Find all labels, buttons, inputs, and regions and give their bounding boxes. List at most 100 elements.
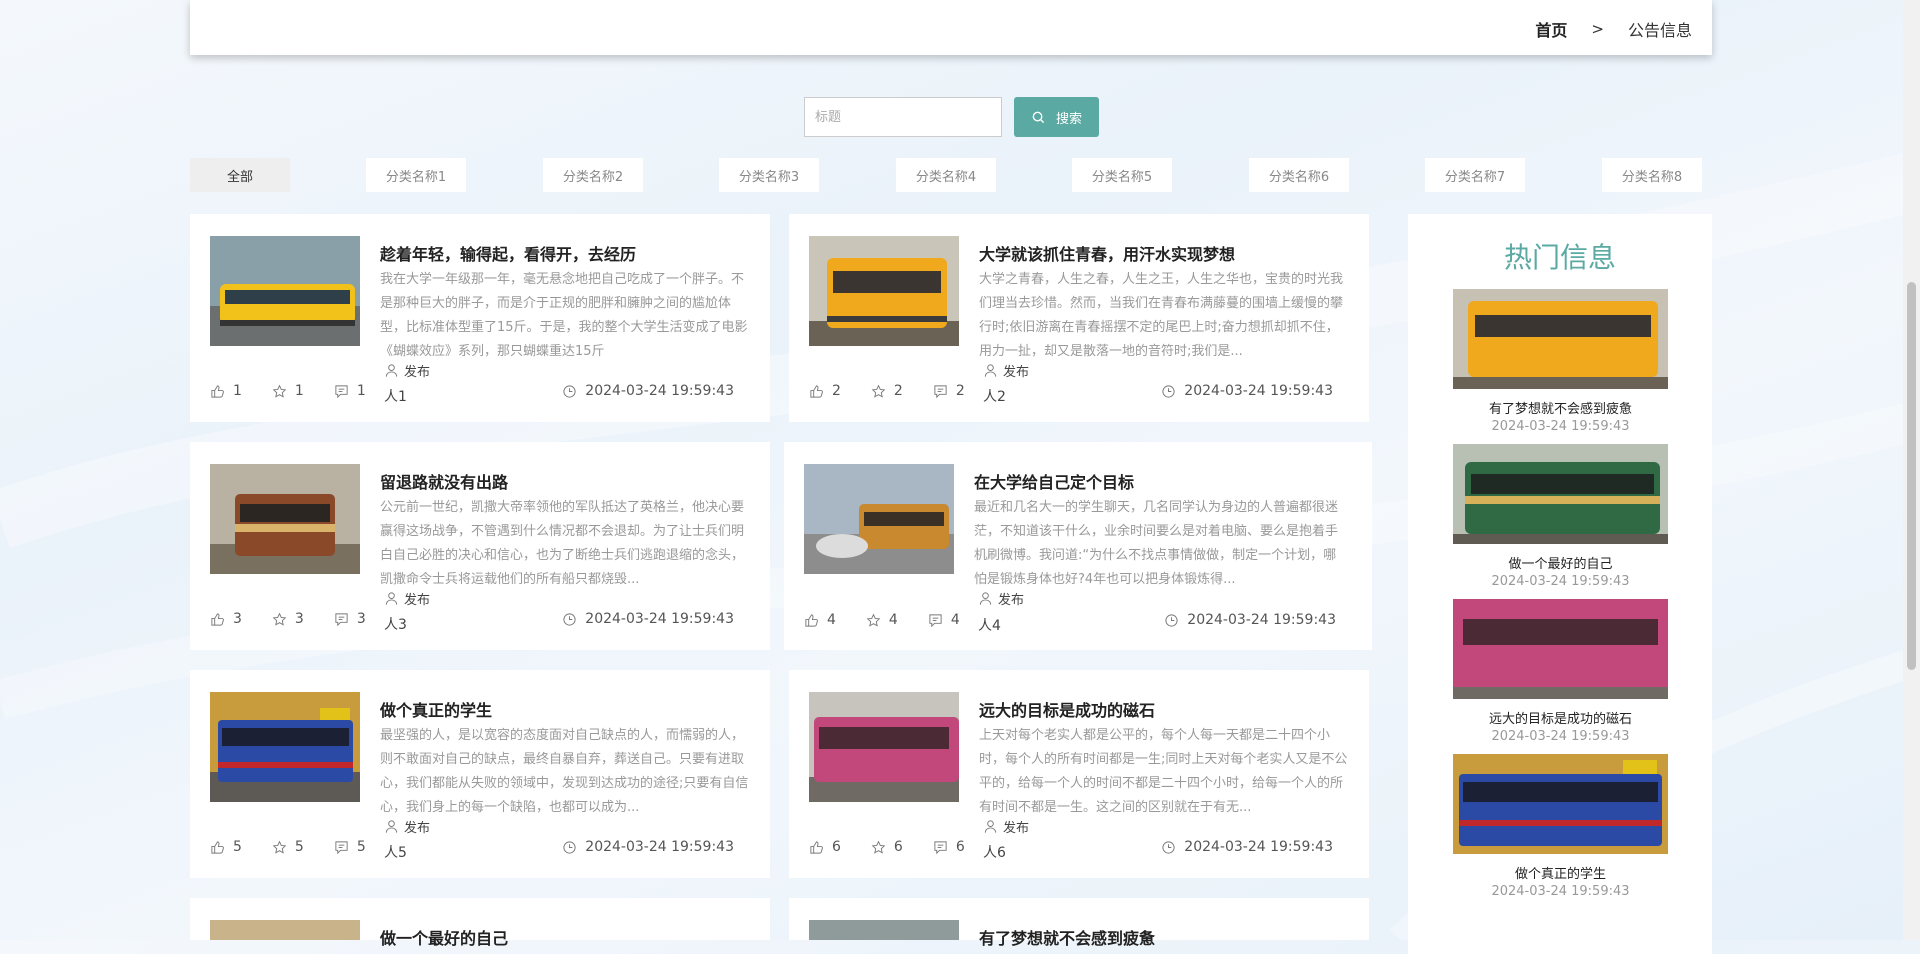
hot-item-title: 有了梦想就不会感到疲惫 [1488,402,1632,417]
post-thumbnail [804,464,954,574]
hot-item[interactable]: 做一个最好的自己 2024-03-24 19:59:43 [1453,444,1668,589]
like-stat[interactable]: 3 [210,611,242,627]
comment-stat[interactable]: 2 [933,383,965,399]
search-icon [1032,111,1045,123]
star-icon [866,613,881,627]
post-card[interactable]: 留退路就没有出路 公元前一世纪，凯撒大帝率领他的军队抵达了英格兰，他决心要赢得这… [190,442,770,650]
favorite-stat[interactable]: 1 [272,383,304,399]
category-2[interactable]: 分类名称2 [543,158,643,192]
post-title[interactable]: 做一个最好的自己 [380,925,508,949]
comment-icon [934,384,947,398]
post-time: 2024-03-24 19:59:43 [562,839,734,855]
post-time: 2024-03-24 19:59:43 [562,383,734,399]
favorite-stat[interactable]: 4 [866,612,898,628]
user-icon [979,592,992,605]
category-3[interactable]: 分类名称3 [719,158,819,192]
user-icon [385,364,398,377]
clock-icon [563,612,576,626]
hot-item[interactable]: 远大的目标是成功的磁石 2024-03-24 19:59:43 [1453,599,1668,744]
search-button[interactable]: 搜索 [1014,97,1099,137]
post-card[interactable]: 大学就该抓住青春，用汗水实现梦想 大学之青春，人生之春，人生之王，人生之华也，宝… [789,214,1369,422]
category-1[interactable]: 分类名称1 [366,158,466,192]
thumbs-up-icon [810,840,823,854]
post-title[interactable]: 做个真正的学生 [380,697,492,721]
hot-item-time: 2024-03-24 19:59:43 [1491,574,1630,589]
star-icon [871,384,886,398]
like-stat[interactable]: 6 [809,839,841,855]
post-thumbnail [809,920,959,940]
comment-stat[interactable]: 1 [334,383,366,399]
comment-stat[interactable]: 4 [928,612,960,628]
hot-item[interactable]: 有了梦想就不会感到疲惫 2024-03-24 19:59:43 [1453,289,1668,434]
comment-icon [335,612,348,626]
favorite-stat[interactable]: 5 [272,839,304,855]
post-title[interactable]: 有了梦想就不会感到疲惫 [979,925,1155,949]
post-description: 上天对每个老实人都是公平的，每个人每一天都是二十四个小时，每个人的所有时间都是一… [979,728,1348,815]
category-4[interactable]: 分类名称4 [896,158,996,192]
like-stat[interactable]: 1 [210,383,242,399]
like-stat[interactable]: 4 [804,612,836,628]
post-title[interactable]: 大学就该抓住青春，用汗水实现梦想 [979,241,1235,265]
comment-stat[interactable]: 5 [334,839,366,855]
post-title[interactable]: 在大学给自己定个目标 [974,469,1134,493]
post-stats: 1 1 1 [210,383,396,399]
post-card[interactable]: 趁着年轻，输得起，看得开，去经历 我在大学一年级那一年，毫无悬念地把自己吃成了一… [190,214,770,422]
post-thumbnail [809,236,959,346]
like-stat[interactable]: 2 [809,383,841,399]
post-description: 公元前一世纪，凯撒大帝率领他的军队抵达了英格兰，他决心要赢得这场战争，不管遇到什… [380,500,745,587]
post-description: 最近和几名大一的学生聊天，几名同学认为身边的人普遍都很迷茫，不知道该干什么，业余… [974,500,1339,587]
clock-icon [1162,840,1175,854]
hot-item-title: 做个真正的学生 [1514,867,1606,882]
breadcrumb: 首页 > 公告信息 [1535,17,1692,41]
category-6[interactable]: 分类名称6 [1249,158,1349,192]
post-stats: 5 5 5 [210,839,396,855]
breadcrumb-separator: > [1591,20,1604,38]
breadcrumb-home[interactable]: 首页 [1535,17,1567,41]
category-all[interactable]: 全部 [190,158,290,192]
post-description: 我在大学一年级那一年，毫无悬念地把自己吃成了一个胖子。不是那种巨大的胖子，而是介… [380,272,748,359]
clock-icon [1165,613,1178,627]
page-scrollbar[interactable] [1903,0,1920,940]
like-stat[interactable]: 5 [210,839,242,855]
comment-stat[interactable]: 6 [933,839,965,855]
publish-label: 发布 [978,589,1024,608]
hot-item-time: 2024-03-24 19:59:43 [1491,419,1630,434]
post-title[interactable]: 留退路就没有出路 [380,469,508,493]
post-title[interactable]: 远大的目标是成功的磁石 [979,697,1155,721]
thumbs-up-icon [810,384,823,398]
post-card[interactable]: 有了梦想就不会感到疲惫 [789,898,1369,948]
search-input[interactable] [804,97,1002,137]
hot-item-time: 2024-03-24 19:59:43 [1491,884,1630,899]
category-8[interactable]: 分类名称8 [1602,158,1702,192]
user-icon [984,820,997,833]
hot-item[interactable]: 做个真正的学生 2024-03-24 19:59:43 [1453,754,1668,899]
post-author: 人1 [384,389,407,405]
comment-stat[interactable]: 3 [334,611,366,627]
post-card[interactable]: 做一个最好的自己 [190,898,770,948]
post-card[interactable]: 做个真正的学生 最坚强的人，是以宽容的态度面对自己缺点的人，而懦弱的人，则不敢面… [190,670,770,878]
post-time: 2024-03-24 19:59:43 [1161,383,1333,399]
search-button-label: 搜索 [1055,111,1082,127]
favorite-stat[interactable]: 2 [871,383,903,399]
scrollbar-thumb[interactable] [1907,282,1916,670]
category-7[interactable]: 分类名称7 [1425,158,1525,192]
comment-icon [929,613,942,627]
post-description: 大学之青春，人生之春，人生之王，人生之华也，宝贵的时光我们理当去珍惜。然而，当我… [979,272,1344,359]
thumbs-up-icon [211,384,224,398]
post-author: 人2 [983,389,1006,405]
favorite-stat[interactable]: 6 [871,839,903,855]
favorite-stat[interactable]: 3 [272,611,304,627]
publish-label: 发布 [983,361,1029,380]
post-title[interactable]: 趁着年轻，输得起，看得开，去经历 [380,241,636,265]
post-author: 人3 [384,617,407,633]
hot-item-image [1453,754,1668,854]
star-icon [272,840,287,854]
post-card[interactable]: 在大学给自己定个目标 最近和几名大一的学生聊天，几名同学认为身边的人普遍都很迷茫… [784,442,1372,650]
post-author: 人4 [978,618,1001,634]
publish-label: 发布 [384,589,430,608]
category-5[interactable]: 分类名称5 [1072,158,1172,192]
post-time: 2024-03-24 19:59:43 [562,611,734,627]
post-thumbnail [210,692,360,802]
post-card[interactable]: 远大的目标是成功的磁石 上天对每个老实人都是公平的，每个人每一天都是二十四个小时… [789,670,1369,878]
clock-icon [563,840,576,854]
